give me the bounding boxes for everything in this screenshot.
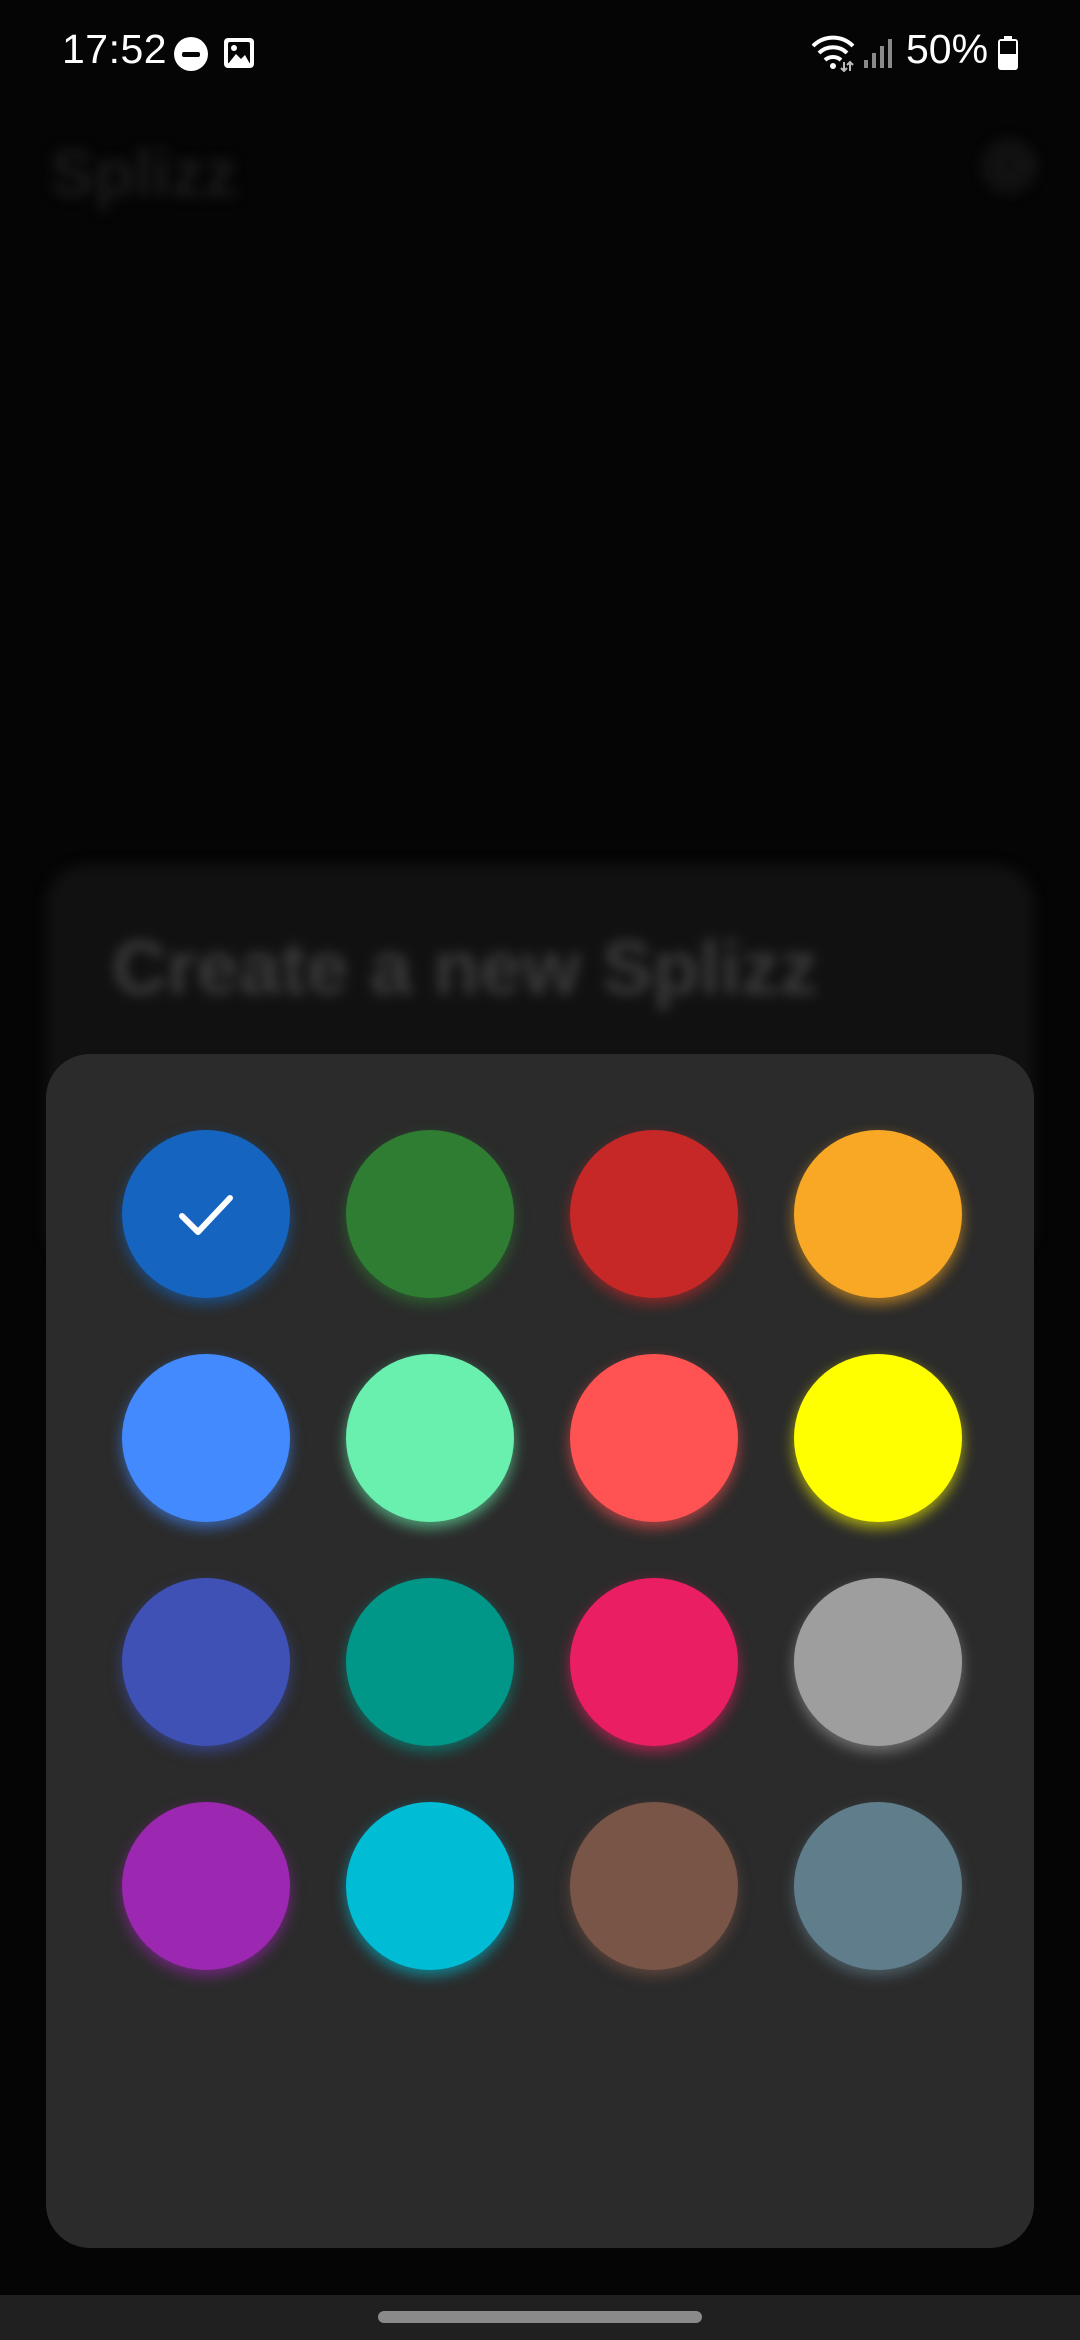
color-picker-dialog (46, 1054, 1034, 2248)
color-swatch[interactable] (346, 1578, 514, 1746)
navigation-bar (0, 2295, 1080, 2340)
color-swatch[interactable] (122, 1354, 290, 1522)
status-time: 17:52 (62, 26, 168, 72)
battery-percent: 50% (906, 26, 989, 72)
color-swatch[interactable] (570, 1130, 738, 1298)
color-swatch[interactable] (794, 1802, 962, 1970)
color-swatch[interactable] (346, 1354, 514, 1522)
home-handle[interactable] (378, 2311, 702, 2323)
color-swatch[interactable] (346, 1802, 514, 1970)
color-swatch[interactable] (122, 1578, 290, 1746)
status-bar: 17:52 50% (0, 0, 1080, 105)
check-icon (179, 1195, 233, 1235)
battery-icon (998, 36, 1018, 70)
color-swatch[interactable] (122, 1130, 290, 1298)
color-swatch[interactable] (346, 1130, 514, 1298)
color-swatch[interactable] (570, 1802, 738, 1970)
color-swatch[interactable] (794, 1578, 962, 1746)
color-swatch[interactable] (570, 1354, 738, 1522)
signal-icon (862, 36, 896, 70)
app-title: Splizz (50, 136, 238, 210)
color-swatch[interactable] (794, 1354, 962, 1522)
gallery-icon (222, 36, 256, 70)
color-swatch[interactable] (122, 1802, 290, 1970)
do-not-disturb-icon (174, 37, 208, 71)
screen: 17:52 50% Splizz Create a new Splizz (0, 0, 1080, 2340)
color-swatch[interactable] (570, 1578, 738, 1746)
new-splizz-title: Create a new Splizz (112, 926, 818, 1011)
color-swatch[interactable] (794, 1130, 962, 1298)
wifi-icon (810, 34, 856, 73)
gear-icon (978, 135, 1040, 197)
color-swatch-grid (122, 1130, 962, 1970)
